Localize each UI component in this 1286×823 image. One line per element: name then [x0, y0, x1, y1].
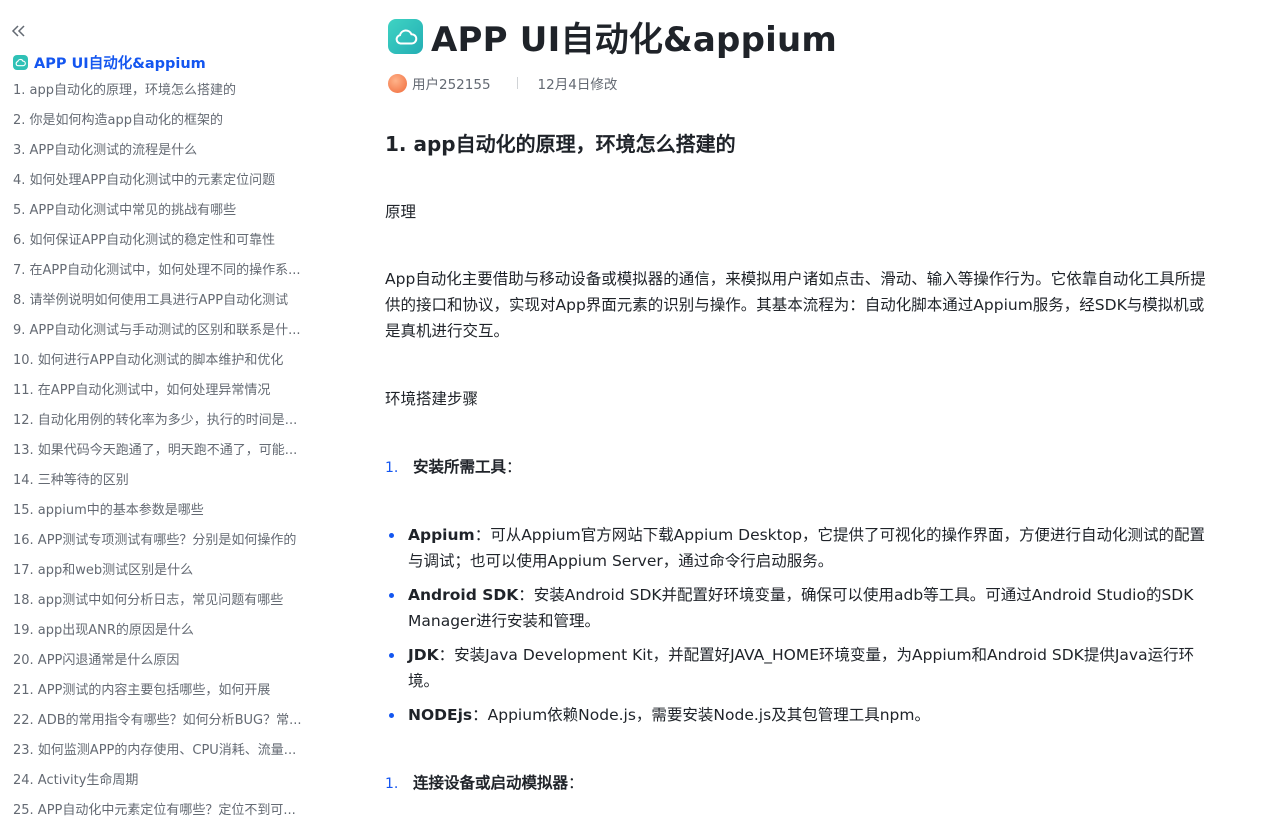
- cloud-doc-icon: [13, 55, 28, 70]
- paragraph-env-steps: 环境搭建步骤: [385, 390, 479, 408]
- bullet-item: NODEjs：Appium依赖Node.js，需要安装Node.js及其包管理工…: [385, 702, 1215, 728]
- bullet-text: ：安装Android SDK并配置好环境变量，确保可以使用adb等工具。可通过A…: [408, 586, 1194, 630]
- bullet-item: Android SDK：安装Android SDK并配置好环境变量，确保可以使用…: [385, 582, 1215, 634]
- bullet-item: Appium：可从Appium官方网站下载Appium Desktop，它提供了…: [385, 522, 1215, 574]
- document-title-row: APP UI自动化&appium: [388, 12, 837, 61]
- outline-item[interactable]: 24. Activity生命周期: [13, 770, 319, 800]
- avatar[interactable]: [388, 73, 407, 93]
- outline-title: APP UI自动化&appium: [34, 56, 206, 72]
- bullet-dot-icon: [389, 533, 394, 538]
- outline-item[interactable]: 5. APP自动化测试中常见的挑战有哪些: [13, 200, 319, 230]
- outline-item[interactable]: 9. APP自动化测试与手动测试的区别和联系是什...: [13, 320, 319, 350]
- outline-item[interactable]: 15. appium中的基本参数是哪些: [13, 500, 319, 530]
- outline-item[interactable]: 23. 如何监测APP的内存使用、CPU消耗、流量...: [13, 740, 319, 770]
- ordered-item-install-tools: 1. 安装所需工具：: [385, 454, 522, 481]
- outline-item[interactable]: 3. APP自动化测试的流程是什么: [13, 140, 319, 170]
- outline-item[interactable]: 21. APP测试的内容主要包括哪些，如何开展: [13, 680, 319, 710]
- outline-item[interactable]: 16. APP测试专项测试有哪些？分别是如何操作的: [13, 530, 319, 560]
- outline-item[interactable]: 18. app测试中如何分析日志，常见问题有哪些: [13, 590, 319, 620]
- section-heading: 1. app自动化的原理，环境怎么搭建的: [385, 132, 736, 156]
- document-body: APP UI自动化&appium 用户252155 12月4日修改 1. app…: [385, 0, 1235, 823]
- outline-item[interactable]: 20. APP闪退通常是什么原因: [13, 650, 319, 680]
- outline-item[interactable]: 25. APP自动化中元素定位有哪些？定位不到可...: [13, 800, 319, 823]
- bullet-text: ：Appium依赖Node.js，需要安装Node.js及其包管理工具npm。: [472, 706, 930, 724]
- ordered-item-number: 1.: [385, 460, 399, 476]
- bullet-term: NODEjs: [408, 706, 473, 724]
- outline-item[interactable]: 19. app出现ANR的原因是什么: [13, 620, 319, 650]
- outline-item[interactable]: 8. 请举例说明如何使用工具进行APP自动化测试: [13, 290, 319, 320]
- ordered-item-text: 安装所需工具: [413, 458, 507, 476]
- modified-time: 12月4日修改: [537, 77, 618, 93]
- bullet-item: JDK：安装Java Development Kit，并配置好JAVA_HOME…: [385, 642, 1215, 694]
- outline-sidebar: APP UI自动化&appium 1. app自动化的原理，环境怎么搭建的 2. …: [0, 0, 330, 823]
- ordered-item-text: 连接设备或启动模拟器: [413, 774, 569, 792]
- cloud-doc-icon: [388, 19, 423, 54]
- outline-item[interactable]: 22. ADB的常用指令有哪些？如何分析BUG？常...: [13, 710, 319, 740]
- bullet-dot-icon: [389, 713, 394, 718]
- tool-bullet-list: Appium：可从Appium官方网站下载Appium Desktop，它提供了…: [385, 522, 1215, 736]
- document-title[interactable]: APP UI自动化&appium: [431, 12, 837, 61]
- outline-title-row[interactable]: APP UI自动化&appium: [13, 52, 206, 73]
- outline-item[interactable]: 7. 在APP自动化测试中，如何处理不同的操作系...: [13, 260, 319, 290]
- outline-item[interactable]: 11. 在APP自动化测试中，如何处理异常情况: [13, 380, 319, 410]
- bullet-term: Appium: [408, 526, 475, 544]
- bullet-dot-icon: [389, 593, 394, 598]
- outline-item[interactable]: 14. 三种等待的区别: [13, 470, 319, 500]
- bullet-dot-icon: [389, 653, 394, 658]
- collapse-sidebar-icon[interactable]: [10, 22, 28, 40]
- outline-item[interactable]: 6. 如何保证APP自动化测试的稳定性和可靠性: [13, 230, 319, 260]
- outline-item[interactable]: 4. 如何处理APP自动化测试中的元素定位问题: [13, 170, 319, 200]
- ordered-item-colon: ：: [568, 774, 584, 792]
- outline-item[interactable]: 13. 如果代码今天跑通了，明天跑不通了，可能...: [13, 440, 319, 470]
- paragraph-principle: 原理: [385, 203, 417, 221]
- outline-item[interactable]: 10. 如何进行APP自动化测试的脚本维护和优化: [13, 350, 319, 380]
- ordered-item-colon: ：: [506, 458, 522, 476]
- author-name[interactable]: 用户252155: [412, 73, 491, 93]
- meta-divider: [516, 77, 518, 89]
- bullet-text: ：安装Java Development Kit，并配置好JAVA_HOME环境变…: [408, 646, 1195, 690]
- ordered-item-number: 1.: [385, 776, 399, 792]
- outline-item[interactable]: 1. app自动化的原理，环境怎么搭建的: [13, 80, 319, 110]
- outline-item[interactable]: 2. 你是如何构造app自动化的框架的: [13, 110, 319, 140]
- bullet-term: Android SDK: [408, 586, 519, 604]
- bullet-term: JDK: [408, 646, 439, 664]
- ordered-item-connect-device: 1. 连接设备或启动模拟器：: [385, 770, 584, 797]
- outline-item[interactable]: 17. app和web测试区别是什么: [13, 560, 319, 590]
- outline-item[interactable]: 12. 自动化用例的转化率为多少，执行的时间是...: [13, 410, 319, 440]
- outline-list: 1. app自动化的原理，环境怎么搭建的 2. 你是如何构造app自动化的框架的 3…: [13, 80, 319, 823]
- bullet-text: ：可从Appium官方网站下载Appium Desktop，它提供了可视化的操作…: [408, 526, 1206, 570]
- paragraph-body: App自动化主要借助与移动设备或模拟器的通信，来模拟用户诸如点击、滑动、输入等操…: [385, 270, 1206, 340]
- document-meta: 用户252155 12月4日修改: [388, 73, 617, 93]
